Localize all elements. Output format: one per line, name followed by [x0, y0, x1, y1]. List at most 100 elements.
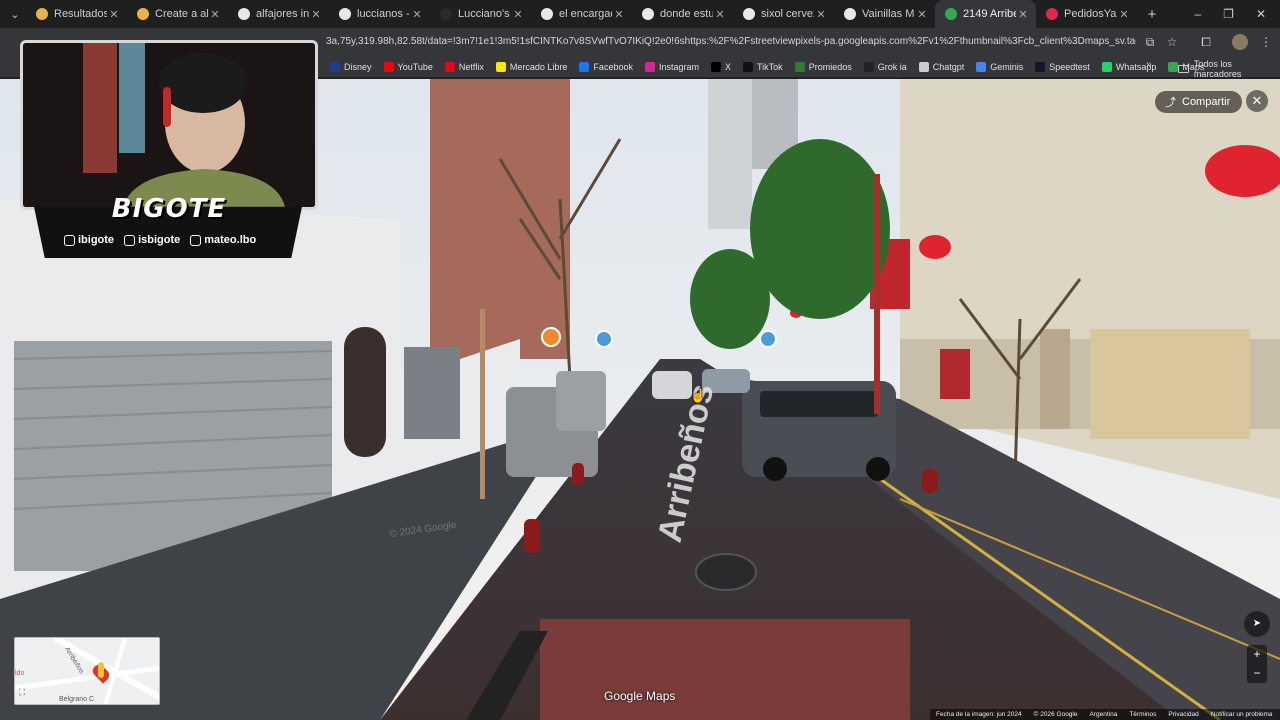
mouse-cursor-icon: ☝: [690, 388, 707, 403]
tab-close-icon[interactable]: ✕: [1016, 8, 1030, 21]
tab-favicon-icon: [339, 8, 351, 20]
tabs-container: Resultados de✕Create a alfajo✕alfajores …: [26, 0, 1137, 28]
tab-favicon-icon: [1046, 8, 1058, 20]
window-controls: – ❐ ✕: [1194, 7, 1266, 21]
footer-link[interactable]: Términos: [1129, 711, 1156, 718]
tab[interactable]: alfajores indus✕: [228, 0, 329, 28]
bookmark-item[interactable]: Chatgpt: [918, 62, 964, 72]
profile-avatar[interactable]: [1232, 34, 1248, 50]
tab-close-icon[interactable]: ✕: [612, 8, 626, 21]
tab[interactable]: sixol cerveza -✕: [733, 0, 834, 28]
bookmark-item[interactable]: X: [711, 62, 731, 72]
footer-link[interactable]: Notificar un problema: [1211, 711, 1273, 718]
all-bookmarks-folder[interactable]: Todos los marcadores: [1178, 59, 1280, 79]
tab-favicon-icon: [541, 8, 553, 20]
bookmark-item[interactable]: Instagram: [644, 62, 699, 72]
tab-title: donde estuvo: [660, 8, 713, 20]
tab-search-icon[interactable]: ⌄: [4, 3, 26, 25]
bookmark-item[interactable]: Speedtest: [1035, 62, 1090, 72]
bookmark-favicon-icon: [976, 62, 987, 72]
tab-title: PedidosYa! Re: [1064, 8, 1117, 20]
zoom-in-button[interactable]: +: [1247, 645, 1267, 664]
url-input[interactable]: 3a,75y,319.98h,82.58t/data=!3m7!1e1!3m5!…: [326, 32, 1136, 52]
tab[interactable]: 2149 Arribeñ✕: [935, 0, 1036, 28]
bookmark-star-icon[interactable]: ☆: [1164, 34, 1180, 50]
close-window-icon[interactable]: ✕: [1256, 7, 1266, 21]
bookmark-item[interactable]: Netflix: [444, 62, 484, 72]
tab-close-icon[interactable]: ✕: [1117, 8, 1131, 21]
social-handle: ibigote: [64, 234, 114, 246]
tab-close-icon[interactable]: ✕: [814, 8, 828, 21]
bookmark-item[interactable]: Mercado Libre: [495, 62, 567, 72]
bookmark-item[interactable]: Promiedos: [794, 62, 852, 72]
poi-marker[interactable]: [595, 330, 613, 348]
cast-icon[interactable]: ⧉: [1142, 34, 1158, 50]
expand-map-icon[interactable]: ⛶: [19, 687, 25, 698]
bookmark-favicon-icon: [579, 62, 590, 72]
bookmarks-overflow-icon[interactable]: »: [1146, 59, 1152, 70]
tab-title: Create a alfajo: [155, 8, 208, 20]
twitch-kick-icon: [64, 234, 75, 246]
share-label: Compartir: [1182, 96, 1231, 108]
folder-icon: [1178, 65, 1189, 73]
bookmark-item[interactable]: Facebook: [579, 62, 633, 72]
tab-favicon-icon: [743, 8, 755, 20]
social-handle-text: mateo.lbo: [204, 234, 257, 246]
bookmarks-list: Disney YouTube Netflix Mercado Libre Faceboo…: [330, 56, 1216, 78]
tab[interactable]: PedidosYa! Re✕: [1036, 0, 1137, 28]
footer-link[interactable]: Privacidad: [1168, 711, 1198, 718]
zoom-out-button[interactable]: −: [1247, 664, 1267, 683]
minimap-edge-label: ldo: [15, 670, 25, 677]
webcam-video: [23, 43, 315, 207]
extensions-icon[interactable]: ⧠: [1198, 34, 1214, 50]
tab-close-icon[interactable]: ✕: [410, 8, 424, 21]
bookmark-item[interactable]: Disney: [330, 62, 372, 72]
new-tab-button[interactable]: +: [1141, 6, 1163, 23]
close-street-view-button[interactable]: ✕: [1246, 90, 1268, 112]
bookmark-item[interactable]: YouTube: [383, 62, 433, 72]
tab-title: Vainillas Maur: [862, 8, 915, 20]
tab[interactable]: donde estuvo✕: [632, 0, 733, 28]
tab-close-icon[interactable]: ✕: [208, 8, 222, 21]
menu-icon[interactable]: ⋮: [1258, 34, 1274, 50]
footer-link[interactable]: Argentina: [1089, 711, 1117, 718]
tab[interactable]: Vainillas Maur✕: [834, 0, 935, 28]
tab-favicon-icon: [36, 8, 48, 20]
all-bookmarks-label: Todos los marcadores: [1193, 59, 1242, 79]
minimap-area-label: Belgrano C: [59, 696, 95, 703]
tab[interactable]: Resultados de✕: [26, 0, 127, 28]
tab-close-icon[interactable]: ✕: [511, 8, 525, 21]
social-handle-text: ibigote: [78, 234, 115, 246]
tab-title: Resultados de: [54, 8, 107, 20]
bookmark-item[interactable]: TikTok: [743, 62, 783, 72]
bookmark-label: Facebook: [593, 62, 633, 72]
tab-close-icon[interactable]: ✕: [713, 8, 727, 21]
maximize-icon[interactable]: ❐: [1223, 7, 1234, 21]
tab[interactable]: luccianos - Bus✕: [329, 0, 430, 28]
bookmark-favicon-icon: [794, 62, 805, 72]
minimap[interactable]: Arribeños ldo Belgrano C ⛶: [14, 637, 160, 705]
poi-marker[interactable]: [541, 327, 561, 347]
tiktok-icon: [124, 234, 136, 246]
minimize-icon[interactable]: –: [1194, 7, 1201, 21]
tab-close-icon[interactable]: ✕: [309, 8, 323, 21]
tab[interactable]: Lucciano's ✕: [430, 0, 531, 28]
share-button[interactable]: ⤴ Compartir: [1155, 91, 1243, 113]
poi-marker[interactable]: [759, 330, 777, 348]
tab-favicon-icon: [844, 8, 856, 20]
tab-close-icon[interactable]: ✕: [107, 8, 121, 21]
bookmark-item[interactable]: Grok ia: [863, 62, 907, 72]
bookmark-item[interactable]: Geminis: [976, 62, 1023, 72]
bookmark-label: Promiedos: [808, 62, 852, 72]
tab-close-icon[interactable]: ✕: [915, 8, 929, 21]
tab-favicon-icon: [137, 8, 149, 20]
tab[interactable]: Create a alfajo✕: [127, 0, 228, 28]
bookmark-label: Speedtest: [1049, 62, 1090, 72]
footer-link: © 2026 Google: [1033, 711, 1078, 718]
bookmark-label: Geminis: [990, 62, 1024, 72]
tab[interactable]: el encargado d✕: [531, 0, 632, 28]
tab-title: sixol cerveza -: [761, 8, 814, 20]
compass-icon[interactable]: ➤: [1244, 611, 1270, 637]
bookmark-label: Netflix: [458, 62, 484, 72]
bookmark-favicon-icon: [863, 62, 874, 72]
